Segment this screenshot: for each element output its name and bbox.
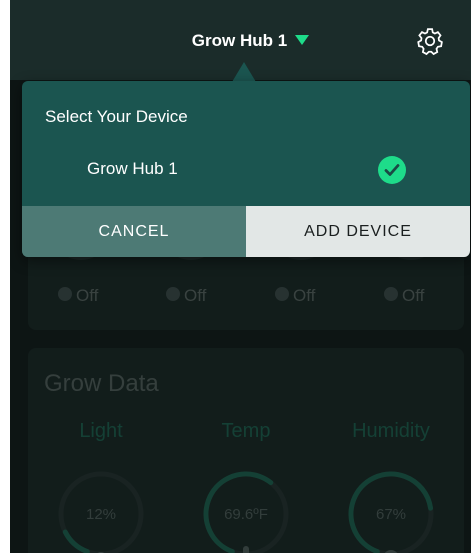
- check-circle-icon: [378, 156, 406, 184]
- dialog-pointer: [232, 62, 256, 82]
- device-name: Grow Hub 1: [87, 159, 178, 178]
- app-screen: Grow Hub 1 Off Off Off Off Grow Data Lig…: [10, 0, 471, 553]
- device-selector[interactable]: Grow Hub 1: [10, 31, 471, 51]
- select-device-dialog: Select Your Device Grow Hub 1 CANCEL ADD…: [22, 81, 470, 257]
- dialog-title: Select Your Device: [45, 107, 188, 126]
- device-option[interactable]: Grow Hub 1: [22, 151, 470, 195]
- cancel-button[interactable]: CANCEL: [22, 206, 246, 257]
- gear-icon[interactable]: [415, 26, 445, 56]
- add-device-button[interactable]: ADD DEVICE: [246, 206, 470, 257]
- header-title: Grow Hub 1: [191, 31, 288, 50]
- triangle-down-icon: [295, 35, 310, 45]
